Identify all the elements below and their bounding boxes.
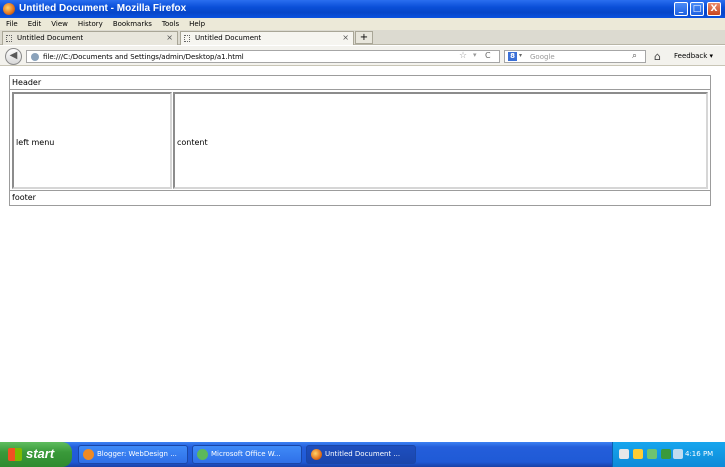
- url-text[interactable]: file:///C:/Documents and Settings/admin/…: [43, 52, 244, 62]
- content-text: content: [177, 138, 208, 147]
- middle-row: left menu content: [12, 92, 708, 189]
- home-icon[interactable]: ⌂: [654, 50, 661, 63]
- back-button[interactable]: ◀: [5, 48, 22, 65]
- tab-label: Untitled Document: [195, 34, 262, 42]
- start-label: start: [26, 446, 55, 461]
- navigation-bar: ◀ file:///C:/Documents and Settings/admi…: [0, 46, 725, 66]
- tray-icon-misc[interactable]: [673, 449, 683, 459]
- url-bar[interactable]: file:///C:/Documents and Settings/admin/…: [26, 50, 500, 63]
- bookmark-star-icon[interactable]: ☆: [459, 51, 467, 61]
- office-icon: [197, 449, 208, 460]
- tab-close-icon[interactable]: ×: [166, 32, 173, 44]
- search-input[interactable]: Google: [530, 52, 555, 62]
- left-menu-cell: left menu: [12, 92, 172, 189]
- start-button[interactable]: start: [0, 442, 72, 467]
- search-engine-dropdown-icon[interactable]: ▾: [519, 52, 522, 59]
- taskbar: start Blogger: WebDesign ... Microsoft O…: [0, 442, 725, 467]
- menu-view[interactable]: View: [51, 18, 68, 30]
- window-title: Untitled Document - Mozilla Firefox: [19, 3, 187, 14]
- header-text: Header: [12, 78, 42, 87]
- taskbar-item-office[interactable]: Microsoft Office W...: [192, 445, 302, 464]
- feedback-button[interactable]: Feedback ▾: [674, 52, 713, 60]
- menu-file[interactable]: File: [6, 18, 18, 30]
- search-box[interactable]: 8 ▾ Google ⌕: [504, 50, 646, 63]
- layout-table: Header left menu content footer: [9, 75, 711, 206]
- tray-icon-network[interactable]: [619, 449, 629, 459]
- new-tab-button[interactable]: +: [355, 31, 373, 44]
- tab-label: Untitled Document: [17, 34, 84, 42]
- firefox-icon: [3, 3, 15, 15]
- tab-1[interactable]: Untitled Document ×: [2, 31, 178, 45]
- search-icon[interactable]: ⌕: [632, 51, 637, 61]
- menu-bar: File Edit View History Bookmarks Tools H…: [0, 18, 725, 30]
- page-icon: [184, 35, 190, 42]
- url-dropdown-icon[interactable]: ▾: [473, 51, 477, 59]
- tab-bar: Untitled Document × Untitled Document × …: [0, 30, 725, 45]
- footer-text: footer: [12, 193, 36, 202]
- taskbar-item-firefox[interactable]: Untitled Document ...: [306, 445, 416, 464]
- blogger-icon: [83, 449, 94, 460]
- search-engine-icon[interactable]: 8: [508, 52, 517, 61]
- tray-icon-volume[interactable]: [633, 449, 643, 459]
- page-viewport: Header left menu content footer: [0, 67, 725, 442]
- window-title-bar[interactable]: Untitled Document - Mozilla Firefox _ □ …: [0, 0, 725, 18]
- left-menu-text: left menu: [16, 138, 55, 147]
- tray-icon-security[interactable]: [647, 449, 657, 459]
- menu-tools[interactable]: Tools: [162, 18, 179, 30]
- menu-help[interactable]: Help: [189, 18, 205, 30]
- taskbar-item-label: Blogger: WebDesign ...: [97, 450, 177, 458]
- globe-icon: [31, 53, 39, 61]
- maximize-button[interactable]: □: [690, 2, 704, 16]
- footer-cell: footer: [10, 190, 710, 205]
- firefox-icon: [311, 449, 322, 460]
- taskbar-clock: 4:16 PM: [685, 450, 714, 458]
- reload-icon[interactable]: C: [485, 51, 491, 60]
- minimize-button[interactable]: _: [674, 2, 688, 16]
- taskbar-item-label: Microsoft Office W...: [211, 450, 281, 458]
- taskbar-item-blogger[interactable]: Blogger: WebDesign ...: [78, 445, 188, 464]
- tray-icon-update[interactable]: [661, 449, 671, 459]
- close-button[interactable]: X: [707, 2, 721, 16]
- header-cell: Header: [10, 76, 710, 90]
- menu-bookmarks[interactable]: Bookmarks: [113, 18, 152, 30]
- tab-close-icon[interactable]: ×: [342, 32, 349, 44]
- content-cell: content: [173, 92, 708, 189]
- windows-logo-icon: [8, 448, 22, 461]
- taskbar-item-label: Untitled Document ...: [325, 450, 401, 458]
- system-tray: 4:16 PM: [612, 442, 725, 467]
- menu-history[interactable]: History: [78, 18, 103, 30]
- page-icon: [6, 35, 12, 42]
- tab-2[interactable]: Untitled Document ×: [180, 31, 354, 45]
- menu-edit[interactable]: Edit: [28, 18, 42, 30]
